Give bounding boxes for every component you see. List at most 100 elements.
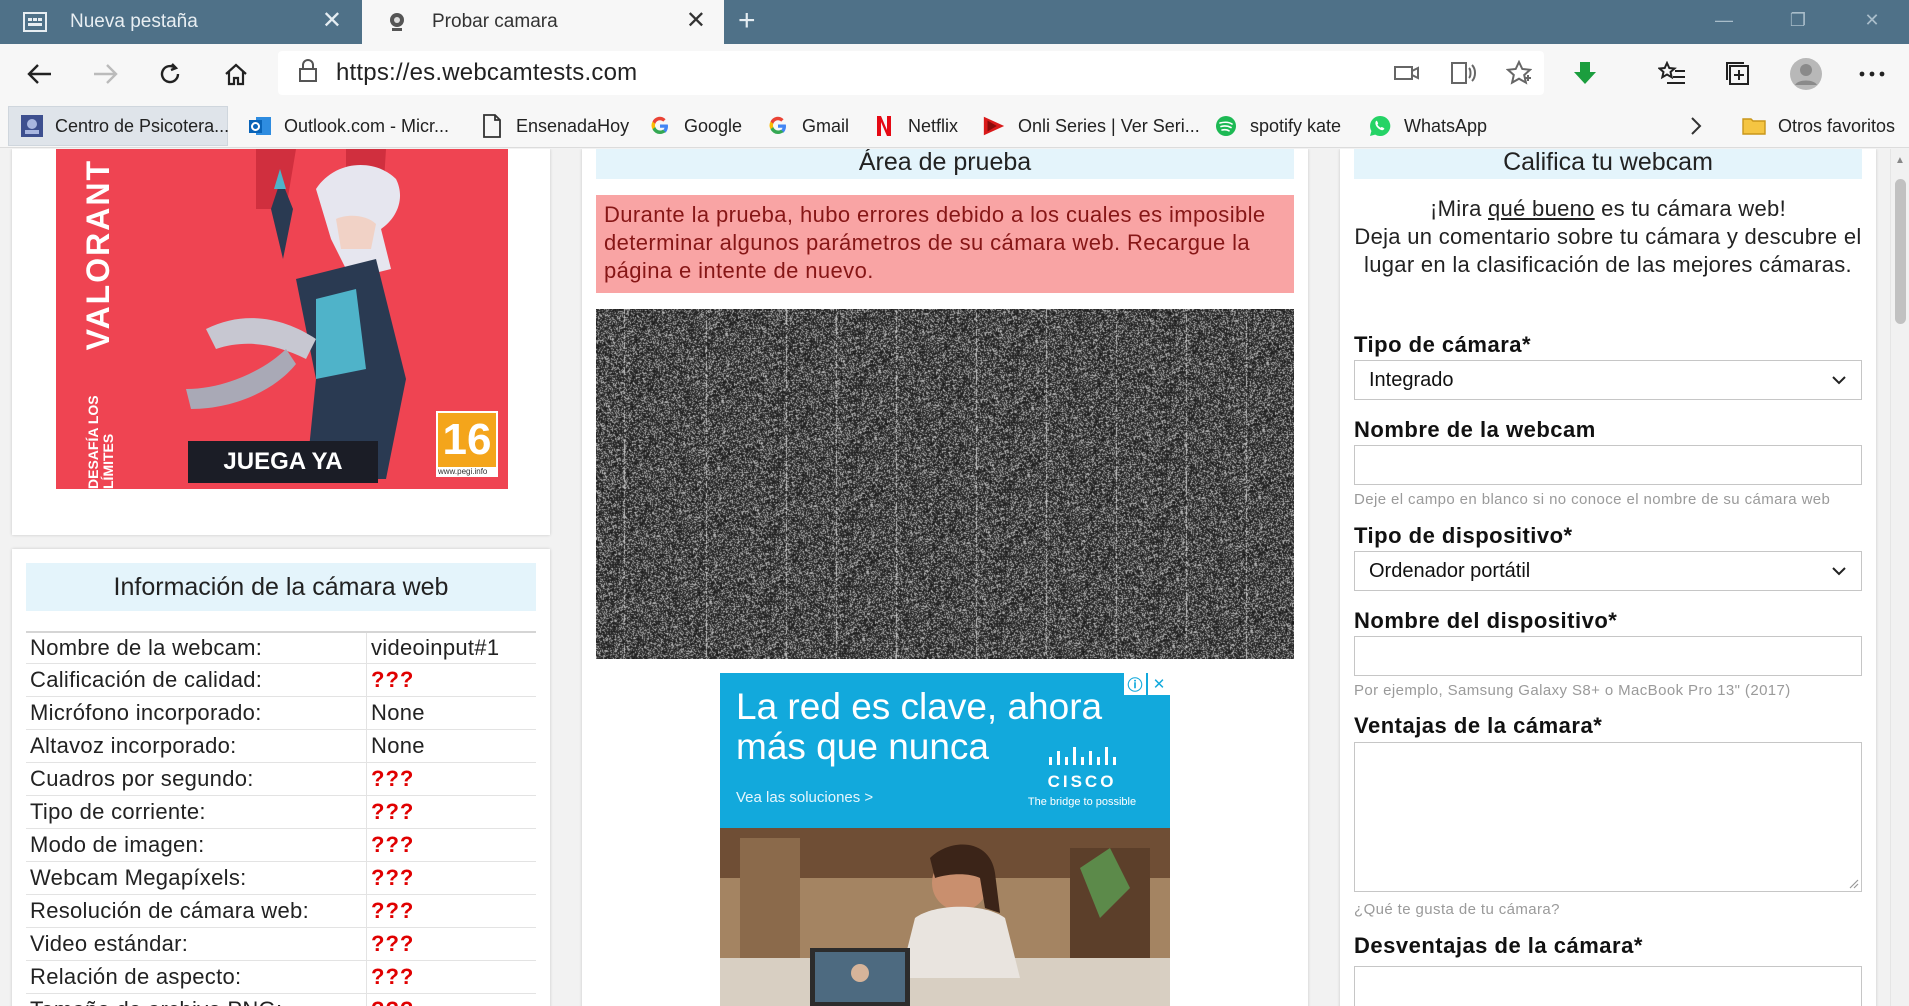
page-scrollbar[interactable]: ▲ [1890, 149, 1909, 1006]
cisco-tagline: The bridge to possible [1027, 796, 1137, 808]
bookmark-label: Netflix [908, 115, 959, 136]
bookmarks-overflow-chevron-icon[interactable] [1690, 104, 1702, 148]
webcam-name-input[interactable] [1354, 445, 1862, 485]
restore-icon[interactable]: ❐ [1761, 0, 1835, 40]
ad-subtitle: DESAFÍA LOS LÍMITES [85, 395, 116, 489]
camera-permission-icon[interactable] [1392, 58, 1422, 88]
tab-new-tab[interactable]: Nueva pestaña ✕ [0, 0, 360, 44]
spotify-icon [1214, 114, 1238, 138]
window-controls: — ❐ ✕ [1687, 0, 1909, 44]
camera-type-value: Integrado [1369, 368, 1454, 391]
ad-cta-link[interactable]: Vea las soluciones > [736, 789, 873, 806]
ad-info-icon[interactable]: ⓘ [1124, 673, 1146, 695]
cons-textarea[interactable] [1354, 966, 1862, 1006]
forward-button[interactable] [85, 56, 125, 92]
scrollbar-thumb[interactable] [1895, 179, 1906, 324]
pegi-rating: 16 [438, 413, 496, 467]
valorant-ad[interactable]: VALORANT DESAFÍA LOS LÍMITES JUEGA YA 16… [56, 149, 508, 489]
refresh-button[interactable] [150, 56, 190, 92]
pros-textarea[interactable] [1354, 742, 1862, 892]
new-tab-button[interactable]: + [738, 6, 756, 36]
lock-icon[interactable] [298, 58, 318, 88]
rate-intro-text: es tu cámara web! [1594, 196, 1786, 221]
url-text[interactable]: https://es.webcamtests.com [336, 59, 637, 87]
other-favorites[interactable]: Otros favoritos [1742, 104, 1895, 148]
close-tab-icon[interactable]: ✕ [686, 9, 706, 33]
back-button[interactable] [20, 56, 60, 92]
google-icon [766, 114, 790, 138]
info-value: ??? [366, 829, 536, 861]
bookmark-label: EnsenadaHoy [516, 115, 630, 136]
webcam-info-table: Nombre de la webcam: videoinput#1 Califica… [26, 631, 536, 1006]
bookmark-centro-psicoterapia[interactable]: Centro de Psicotera... [8, 106, 230, 146]
bookmark-spotify[interactable]: spotify kate [1214, 104, 1341, 148]
tab-title: Nueva pestaña [70, 11, 198, 32]
download-icon[interactable] [1565, 56, 1605, 92]
device-name-input[interactable] [1354, 636, 1862, 676]
ad-choices[interactable]: ⓘ ✕ [1124, 673, 1170, 695]
favorites-icon[interactable] [1652, 56, 1692, 92]
cisco-logo: CISCO The bridge to possible [1012, 747, 1152, 808]
new-tab-page-icon [22, 11, 48, 33]
folder-icon [1742, 114, 1766, 138]
info-key: Video estándar: [30, 931, 189, 956]
rate-intro-text: ¡Mira [1430, 196, 1489, 221]
close-window-icon[interactable]: ✕ [1835, 0, 1909, 40]
minimize-icon[interactable]: — [1687, 0, 1761, 40]
test-error-message: Durante la prueba, hubo errores debido a… [596, 195, 1294, 293]
info-row: Webcam Megapíxels:??? [26, 862, 536, 895]
info-value: ??? [366, 763, 536, 795]
document-icon [480, 114, 504, 138]
home-button[interactable] [216, 56, 256, 92]
bookmark-netflix[interactable]: Netflix [872, 104, 958, 148]
info-row: Tipo de corriente:??? [26, 796, 536, 829]
info-value: ??? [366, 895, 536, 927]
bookmark-label: Centro de Psicotera... [55, 115, 230, 136]
info-row: Modo de imagen:??? [26, 829, 536, 862]
camera-type-select[interactable]: Integrado [1354, 360, 1862, 400]
bookmark-onli-series[interactable]: Onli Series | Ver Seri... [982, 104, 1200, 148]
ad-character-illustration [166, 149, 466, 489]
que-bueno-link[interactable]: qué bueno [1488, 196, 1595, 221]
device-name-hint: Por ejemplo, Samsung Galaxy S8+ o MacBoo… [1354, 682, 1791, 699]
webcam-icon [384, 11, 410, 33]
info-value: None [366, 730, 536, 762]
info-row: Nombre de la webcam: videoinput#1 [26, 631, 536, 664]
scroll-up-icon[interactable]: ▲ [1895, 155, 1905, 166]
info-row: Relación de aspecto:??? [26, 961, 536, 994]
resize-handle-icon[interactable] [1847, 877, 1859, 889]
cisco-ad[interactable]: La red es clave, ahora más que nunca Vea… [720, 673, 1170, 1006]
info-row: Resolución de cámara web:??? [26, 895, 536, 928]
address-bar[interactable]: https://es.webcamtests.com [278, 51, 1544, 95]
ad-close-icon[interactable]: ✕ [1148, 673, 1170, 695]
navigation-bar: https://es.webcamtests.com [0, 44, 1909, 104]
bookmarks-bar: Centro de Psicotera... Outlook.com - Mic… [0, 104, 1909, 148]
device-type-select[interactable]: Ordenador portátil [1354, 551, 1862, 591]
read-aloud-icon[interactable] [1448, 58, 1478, 88]
bookmark-label: Google [684, 115, 743, 136]
info-key: Resolución de cámara web: [30, 898, 309, 923]
info-value: None [366, 697, 536, 729]
profile-avatar[interactable] [1786, 56, 1826, 92]
bookmark-whatsapp[interactable]: WhatsApp [1368, 104, 1487, 148]
cisco-wordmark: CISCO [1047, 772, 1117, 791]
info-key: Relación de aspecto: [30, 964, 242, 989]
bookmark-outlook[interactable]: Outlook.com - Micr... [248, 104, 449, 148]
info-value: videoinput#1 [366, 633, 536, 663]
collections-icon[interactable] [1718, 56, 1758, 92]
tab-probar-camara[interactable]: Probar camara ✕ [362, 0, 724, 44]
close-tab-icon[interactable]: ✕ [322, 9, 342, 33]
favorite-star-icon[interactable] [1504, 58, 1534, 88]
play-icon [982, 114, 1006, 138]
info-key: Calificación de calidad: [30, 667, 263, 692]
bookmark-gmail[interactable]: Gmail [766, 104, 849, 148]
info-row: Tamaño de archivo PNG:??? [26, 994, 536, 1006]
ad-cta-button[interactable]: JUEGA YA [188, 441, 378, 483]
info-key: Webcam Megapíxels: [30, 865, 247, 890]
ad-headline-line-1: La red es clave, ahora [736, 686, 1103, 727]
bookmark-ensenadahoy[interactable]: EnsenadaHoy [480, 104, 629, 148]
device-name-label: Nombre del dispositivo* [1354, 608, 1618, 633]
more-options-icon[interactable] [1852, 56, 1892, 92]
rate-intro: ¡Mira qué bueno es tu cámara web! Deja u… [1354, 195, 1862, 279]
bookmark-google[interactable]: Google [648, 104, 742, 148]
